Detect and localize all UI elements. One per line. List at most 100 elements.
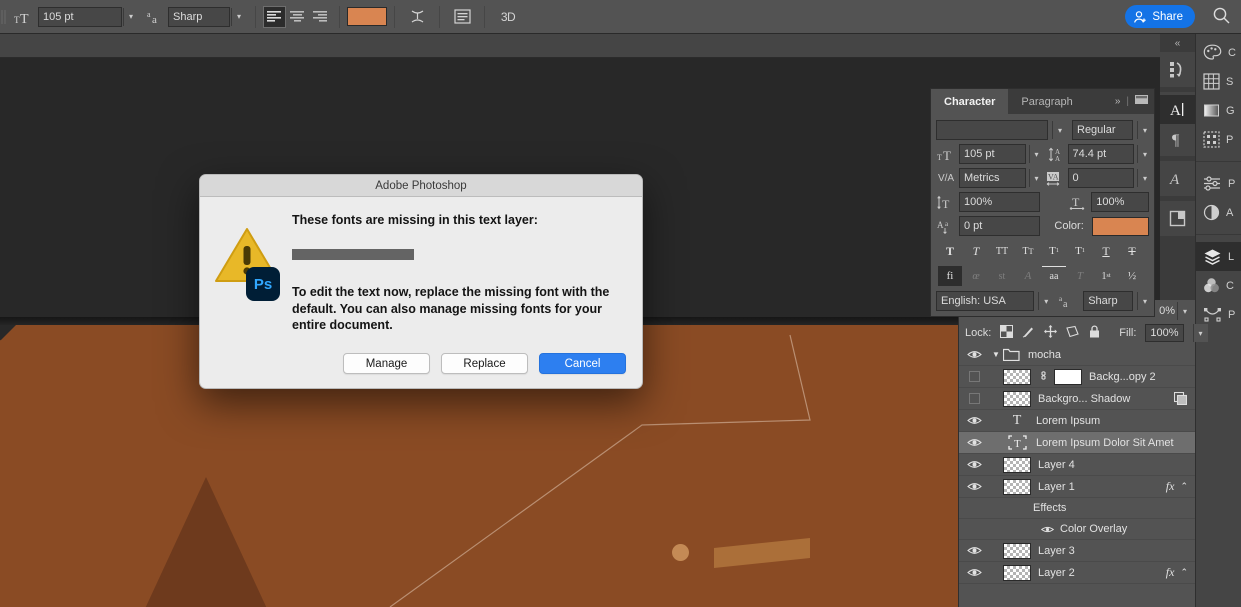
warp-text-icon[interactable] — [402, 8, 432, 25]
toggle-panels-icon[interactable] — [447, 9, 477, 24]
lock-image-pixels-icon[interactable] — [1022, 325, 1035, 341]
horizontal-scale-field[interactable]: 100% — [1091, 192, 1149, 212]
char-size-caret[interactable]: ▾ — [1029, 145, 1044, 163]
layer-row-layer-3[interactable]: Layer 3 — [959, 540, 1195, 562]
collapse-panels-icon[interactable]: « — [1160, 34, 1195, 52]
eye-icon[interactable] — [959, 545, 989, 556]
eye-icon[interactable] — [959, 415, 989, 426]
eye-icon[interactable] — [959, 567, 989, 578]
subscript-button[interactable]: T1 — [1068, 241, 1092, 261]
dock-gradients[interactable]: G — [1196, 96, 1241, 125]
leading-field[interactable]: 74.4 pt — [1068, 144, 1135, 164]
history-panel-icon[interactable] — [1160, 55, 1195, 84]
text-layer-icon[interactable]: T — [1003, 413, 1031, 429]
language-caret[interactable]: ▾ — [1038, 292, 1053, 310]
layer-row-lorem-ipsum[interactable]: T Lorem Ipsum — [959, 410, 1195, 432]
language-field[interactable]: English: USA — [936, 291, 1034, 311]
layer-row-layer-2[interactable]: Layer 2 fx ⌃ — [959, 562, 1195, 584]
chevron-up-icon[interactable]: ⌃ — [1180, 567, 1188, 578]
character-panel-icon[interactable]: A — [1160, 95, 1195, 124]
3d-button[interactable]: 3D — [492, 10, 524, 24]
swash-button[interactable]: A — [1016, 266, 1040, 286]
panel-overflow-icon[interactable]: » — [1115, 96, 1121, 107]
layer-row-background-shadow[interactable]: Backgro... Shadow — [959, 388, 1195, 410]
replace-button[interactable]: Replace — [441, 353, 528, 374]
lock-position-icon[interactable] — [1044, 325, 1057, 341]
underline-button[interactable]: T — [1094, 241, 1118, 261]
kerning-caret[interactable]: ▾ — [1029, 169, 1044, 187]
contextual-alternates-button[interactable]: œ — [964, 266, 988, 286]
dock-properties[interactable]: P — [1196, 169, 1241, 198]
cancel-button[interactable]: Cancel — [539, 353, 626, 374]
layer-effects-indicator[interactable]: fx ⌃ — [1166, 479, 1195, 494]
font-size-dropdown-caret[interactable]: ▾ — [123, 8, 138, 26]
stylistic-alternates-button[interactable]: T — [1068, 266, 1092, 286]
font-family-field[interactable] — [936, 120, 1048, 140]
layer-row-background-copy-2[interactable]: Backg...opy 2 — [959, 366, 1195, 388]
leading-caret[interactable]: ▾ — [1137, 145, 1152, 163]
align-right-button[interactable] — [309, 6, 332, 28]
document-tab-bar[interactable] — [0, 34, 1160, 58]
layer-thumbnail[interactable] — [1003, 565, 1031, 581]
tab-paragraph[interactable]: Paragraph — [1008, 89, 1085, 114]
dock-color[interactable]: C — [1196, 38, 1241, 67]
layer-thumbnail[interactable] — [1003, 457, 1031, 473]
layer-row-layer-1[interactable]: Layer 1 fx ⌃ — [959, 476, 1195, 498]
text-color-swatch[interactable] — [347, 7, 387, 26]
font-style-caret[interactable]: ▾ — [1137, 121, 1152, 139]
layer-row-layer-4[interactable]: Layer 4 — [959, 454, 1195, 476]
discretionary-ligatures-button[interactable]: st — [990, 266, 1014, 286]
tracking-caret[interactable]: ▾ — [1137, 169, 1152, 187]
dock-swatches[interactable]: S — [1196, 67, 1241, 96]
vertical-scale-field[interactable]: 100% — [959, 192, 1040, 212]
text-layer-icon-selected[interactable]: T — [1003, 434, 1031, 451]
fill-caret[interactable]: ▾ — [1193, 324, 1208, 342]
fill-field[interactable]: 100% — [1145, 324, 1183, 342]
anti-alias-dropdown-caret[interactable]: ▾ — [231, 8, 246, 26]
link-icon[interactable] — [1038, 369, 1049, 385]
ordinals-button[interactable]: 1st — [1094, 266, 1118, 286]
tab-character[interactable]: Character — [931, 89, 1008, 114]
layer-row-lorem-ipsum-dolor-sit-amet[interactable]: T Lorem Ipsum Dolor Sit Amet — [959, 432, 1195, 454]
dock-patterns[interactable]: P — [1196, 125, 1241, 154]
glyphs-panel-icon[interactable]: A — [1160, 164, 1195, 193]
char-anti-alias-field[interactable]: Sharp — [1083, 291, 1133, 311]
eye-icon-off[interactable] — [959, 371, 989, 382]
font-style-field[interactable]: Regular — [1072, 120, 1133, 140]
manage-button[interactable]: Manage — [343, 353, 430, 374]
effect-eye-icon[interactable] — [1041, 525, 1054, 534]
oldstyle-button[interactable]: aa — [1042, 266, 1066, 286]
superscript-button[interactable]: T1 — [1042, 241, 1066, 261]
options-bar-grip[interactable] — [0, 0, 6, 34]
layers-opacity-caret[interactable]: ▾ — [1177, 302, 1192, 320]
layer-thumbnail[interactable] — [1003, 369, 1031, 385]
search-button[interactable] — [1212, 6, 1231, 25]
dock-layers[interactable]: L — [1196, 242, 1241, 271]
align-center-button[interactable] — [286, 6, 309, 28]
small-caps-button[interactable]: TT — [1016, 241, 1040, 261]
font-size-field[interactable]: 105 pt — [38, 7, 122, 27]
layer-thumbnail[interactable] — [1003, 479, 1031, 495]
character-color-swatch[interactable] — [1092, 217, 1149, 236]
fractions-button[interactable]: ½ — [1120, 266, 1144, 286]
strikethrough-button[interactable]: T — [1120, 241, 1144, 261]
lock-artboard-icon[interactable] — [1066, 325, 1079, 341]
baseline-shift-field[interactable]: 0 pt — [959, 216, 1040, 236]
tracking-field[interactable]: 0 — [1068, 168, 1135, 188]
layer-row-group-mocha[interactable]: ▼ mocha — [959, 344, 1195, 366]
group-disclosure-icon[interactable]: ▼ — [989, 350, 1003, 359]
faux-bold-button[interactable]: T — [938, 241, 962, 261]
char-size-field[interactable]: 105 pt — [959, 144, 1026, 164]
eye-icon[interactable] — [959, 481, 989, 492]
all-caps-button[interactable]: TT — [990, 241, 1014, 261]
layer-effects-indicator[interactable]: fx ⌃ — [1166, 565, 1195, 580]
lock-transparent-pixels-icon[interactable] — [1000, 325, 1013, 341]
paragraph-panel-icon[interactable]: ¶ — [1160, 124, 1195, 153]
kerning-field[interactable]: Metrics — [959, 168, 1026, 188]
faux-italic-button[interactable]: T — [964, 241, 988, 261]
align-left-button[interactable] — [263, 6, 286, 28]
layer-effect-color-overlay-row[interactable]: Color Overlay — [959, 519, 1195, 540]
dock-adjustments[interactable]: A — [1196, 198, 1241, 227]
eye-icon[interactable] — [959, 437, 989, 448]
eye-icon-off[interactable] — [959, 393, 989, 404]
